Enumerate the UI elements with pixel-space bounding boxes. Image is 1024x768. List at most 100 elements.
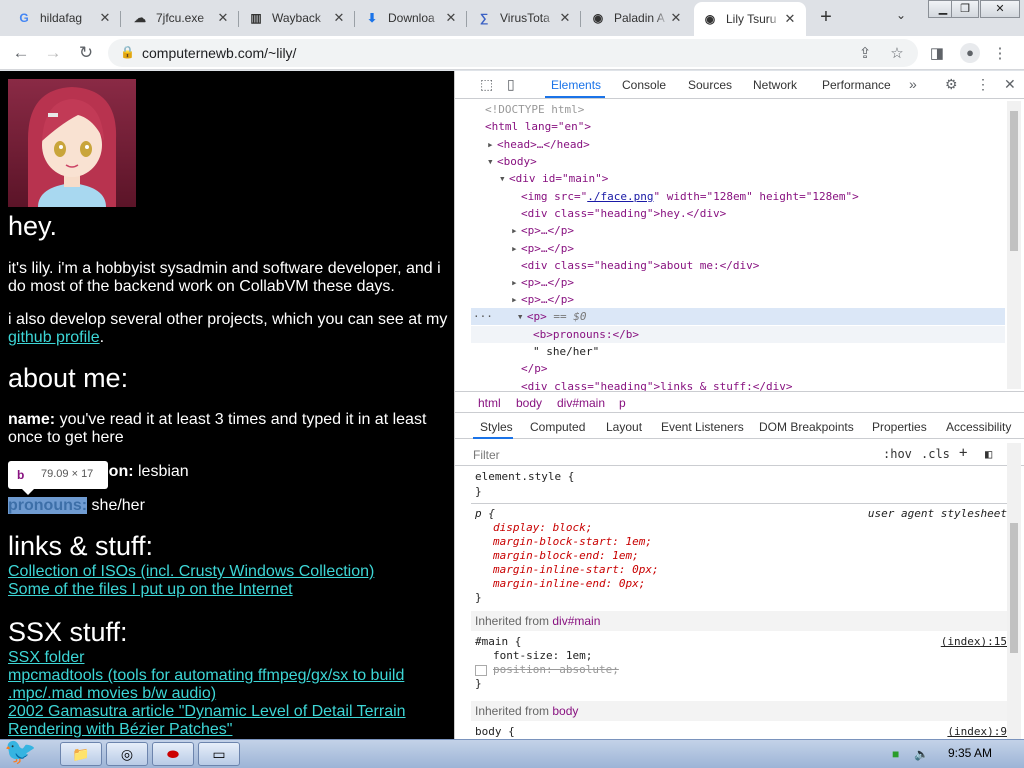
collapse-arrow-icon[interactable]: ▾: [517, 308, 527, 325]
body-rule-source-link[interactable]: (index):9: [947, 725, 1007, 738]
more-tabs-icon[interactable]: »: [909, 76, 917, 92]
ellipsis-icon[interactable]: ···: [473, 310, 493, 323]
cls-toggle[interactable]: .cls: [921, 447, 950, 461]
element-style-rule[interactable]: element.style {: [475, 470, 574, 484]
breadcrumb-div-main[interactable]: div#main: [557, 396, 605, 410]
dom-tree-scrollbar[interactable]: [1007, 101, 1021, 389]
more-options-icon[interactable]: ⋮: [976, 76, 990, 93]
tab-accessibility[interactable]: Accessibility: [946, 420, 1011, 434]
tab-performance[interactable]: Performance: [822, 78, 891, 92]
close-icon[interactable]: ✕: [97, 10, 113, 26]
tree-text-she-her[interactable]: " she/her": [533, 343, 599, 360]
tab-elements[interactable]: Elements: [551, 78, 601, 92]
tree-div-heading-about[interactable]: <div class="heading">about me:</div>: [521, 257, 759, 274]
tab-wayback[interactable]: ▥ Wayback ✕: [240, 4, 355, 32]
body-rule-selector[interactable]: body {: [475, 725, 515, 739]
close-icon[interactable]: ✕: [443, 10, 459, 26]
tab-sources[interactable]: Sources: [688, 78, 732, 92]
p-rule-selector[interactable]: p {: [475, 507, 495, 521]
side-panel-icon[interactable]: ◨: [928, 44, 946, 62]
close-devtools-icon[interactable]: ✕: [1004, 76, 1016, 93]
opera-taskbar-icon[interactable]: ⬬: [152, 742, 194, 766]
close-icon[interactable]: ✕: [782, 11, 798, 27]
scrollbar-thumb[interactable]: [1010, 523, 1018, 653]
clock[interactable]: 9:35 AM: [948, 746, 992, 760]
forward-arrow-icon[interactable]: →: [43, 43, 63, 63]
tab-dom-breakpoints[interactable]: DOM Breakpoints: [759, 420, 854, 434]
new-tab-button[interactable]: +: [815, 7, 837, 29]
tab-layout[interactable]: Layout: [606, 420, 642, 434]
close-icon[interactable]: ✕: [668, 10, 684, 26]
tab-computed[interactable]: Computed: [530, 420, 585, 434]
tab-7jfcu[interactable]: ☁ 7jfcu.exe ✕: [124, 4, 239, 32]
tree-p[interactable]: ▸ <p>…</p>: [511, 274, 574, 291]
window-close-button[interactable]: ✕: [980, 0, 1020, 18]
chrome-taskbar-icon[interactable]: ◎: [106, 742, 148, 766]
styles-scrollbar[interactable]: [1007, 443, 1021, 739]
tab-downloads[interactable]: ⬇ Downloa ✕: [356, 4, 467, 32]
tree-div-heading-hey[interactable]: <div class="heading">hey.</div>: [521, 205, 726, 222]
files-link[interactable]: Some of the files I put up on the Intern…: [8, 581, 293, 598]
tree-p[interactable]: ▸ <p>…</p>: [511, 222, 574, 239]
tree-p[interactable]: ▸ <p>…</p>: [511, 240, 574, 257]
ssx-folder-link[interactable]: SSX folder: [8, 649, 84, 666]
tab-lily-tsuru[interactable]: ◉ Lily Tsuru ✕: [694, 2, 806, 36]
filter-input[interactable]: Filter: [473, 448, 500, 462]
toggle-sidebar-icon[interactable]: ◧: [985, 447, 992, 461]
tree-div-main[interactable]: ▾ <div id="main">: [499, 170, 608, 187]
main-rule-selector[interactable]: #main {: [475, 635, 521, 649]
expand-arrow-icon[interactable]: ▸: [511, 222, 521, 239]
close-icon[interactable]: ✕: [215, 10, 231, 26]
expand-arrow-icon[interactable]: ▸: [511, 291, 521, 308]
tab-properties[interactable]: Properties: [872, 420, 927, 434]
tab-styles[interactable]: Styles: [480, 420, 513, 434]
tab-search-icon[interactable]: ⌄: [896, 8, 906, 22]
lock-icon[interactable]: 🔒: [120, 45, 135, 59]
expand-arrow-icon[interactable]: ▸: [511, 274, 521, 291]
mpcmadtools-link[interactable]: mpcmadtools (tools for automating ffmpeg…: [8, 667, 404, 702]
close-icon[interactable]: ✕: [557, 10, 573, 26]
tree-p[interactable]: ▸ <p>…</p>: [511, 291, 574, 308]
inspect-element-icon[interactable]: ⬚: [480, 76, 493, 93]
tree-head[interactable]: ▸ <head>…</head>: [487, 136, 590, 153]
close-icon[interactable]: ✕: [331, 10, 347, 26]
explorer-taskbar-icon[interactable]: 📁: [60, 742, 102, 766]
volume-tray-icon[interactable]: 🔈: [914, 747, 929, 761]
isos-link[interactable]: Collection of ISOs (incl. Crusty Windows…: [8, 563, 374, 580]
tab-network[interactable]: Network: [753, 78, 797, 92]
breadcrumb-body[interactable]: body: [516, 396, 542, 410]
tab-console[interactable]: Console: [622, 78, 666, 92]
tab-paladin[interactable]: ◉ Paladin A ✕: [582, 4, 692, 32]
settings-gear-icon[interactable]: ⚙: [945, 76, 958, 93]
breadcrumb-p[interactable]: p: [619, 396, 626, 410]
address-bar[interactable]: 🔒 computernewb.com/~lily/ ⇪ ☆: [108, 39, 918, 67]
tree-p-selected[interactable]: ··· ▾ <p> == $0: [471, 308, 1005, 325]
tree-p-close[interactable]: </p>: [521, 360, 548, 377]
network-tray-icon[interactable]: ■: [892, 747, 899, 761]
url-text[interactable]: computernewb.com/~lily/: [142, 45, 296, 61]
window-taskbar-icon[interactable]: ▭: [198, 742, 240, 766]
tree-doctype[interactable]: <!DOCTYPE html>: [485, 101, 584, 118]
start-button-bird-icon[interactable]: 🐦: [4, 734, 50, 768]
profile-avatar-icon[interactable]: ●: [960, 43, 980, 63]
tab-virustotal[interactable]: ∑ VirusTota ✕: [468, 4, 581, 32]
scrollbar-thumb[interactable]: [1010, 111, 1018, 251]
hov-toggle[interactable]: :hov: [883, 447, 912, 461]
github-profile-link[interactable]: github profile: [8, 329, 100, 346]
gamasutra-link[interactable]: 2002 Gamasutra article "Dynamic Level of…: [8, 703, 406, 738]
property-checkbox[interactable]: [475, 664, 487, 676]
tab-event-listeners[interactable]: Event Listeners: [661, 420, 744, 434]
breadcrumb-html[interactable]: html: [478, 396, 501, 410]
collapse-arrow-icon[interactable]: ▾: [499, 170, 509, 187]
tree-b-pronouns[interactable]: <b>pronouns:</b>: [471, 326, 1005, 343]
reload-icon[interactable]: ↻: [76, 43, 96, 63]
maximize-button[interactable]: ❐: [951, 0, 979, 18]
bookmark-star-icon[interactable]: ☆: [888, 44, 906, 62]
add-rule-icon[interactable]: +: [959, 445, 967, 461]
menu-kebab-icon[interactable]: ⋮: [991, 44, 1009, 62]
main-rule-source-link[interactable]: (index):15: [941, 635, 1007, 648]
expand-arrow-icon[interactable]: ▸: [511, 240, 521, 257]
tree-html[interactable]: <html lang="en">: [485, 118, 591, 135]
tab-hildafag[interactable]: G hildafag ✕: [8, 4, 121, 32]
collapse-arrow-icon[interactable]: ▾: [487, 153, 497, 170]
